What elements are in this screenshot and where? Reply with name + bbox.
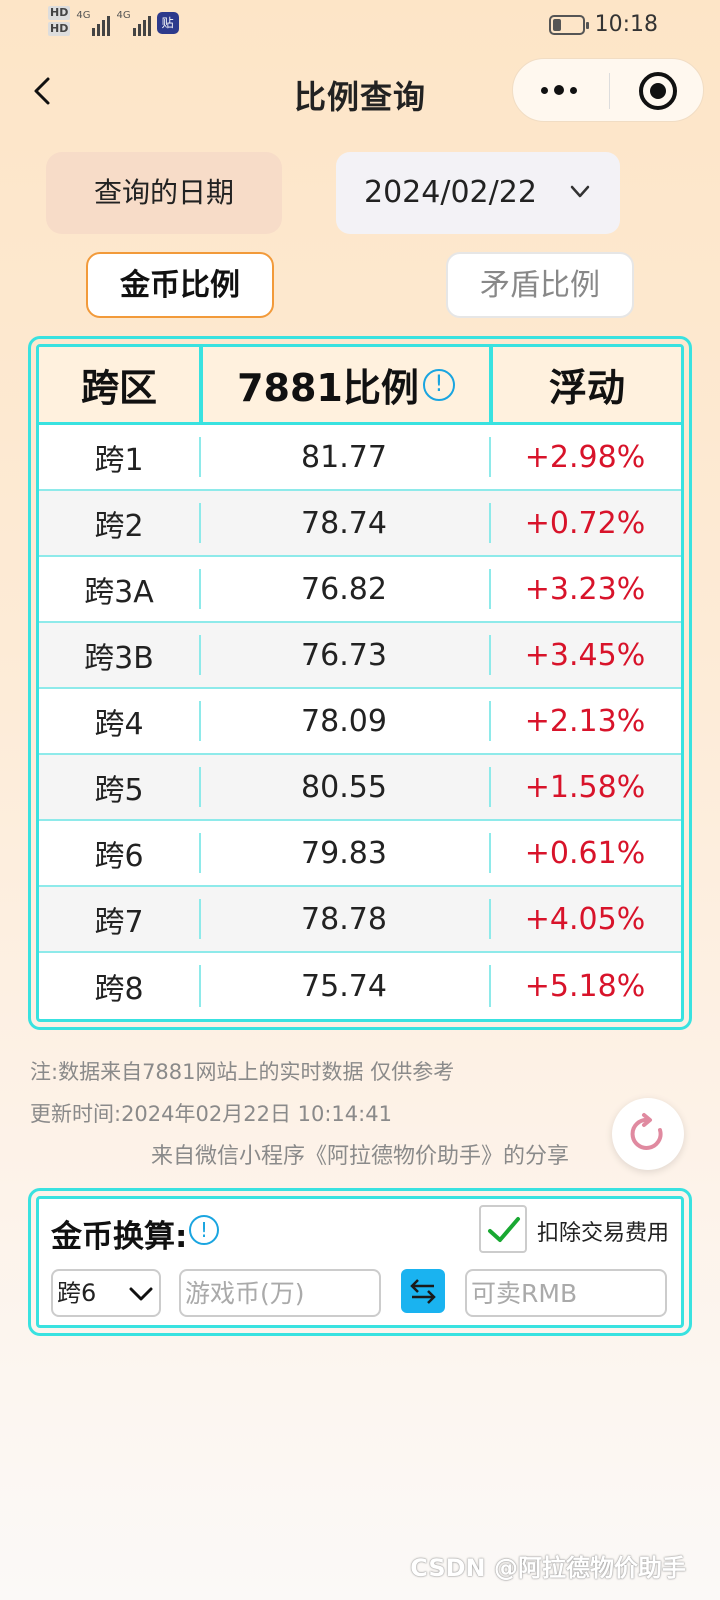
- ratio-table-inner: 跨区 7881比例 ! 浮动 跨1 81.77 +2.98% 跨2 78.74 …: [36, 344, 684, 1022]
- swap-arrows-icon: [410, 1279, 436, 1304]
- table-body: 跨1 81.77 +2.98% 跨2 78.74 +0.72% 跨3A 76.8…: [39, 425, 681, 1019]
- gold-converter-inner: 金币换算: ! 扣除交易费用 跨6: [36, 1196, 684, 1328]
- cell-ratio: 76.73: [199, 623, 489, 687]
- hd-icon: HD: [48, 6, 71, 20]
- signal-icon: 4G: [76, 10, 111, 36]
- refresh-button[interactable]: [612, 1098, 684, 1170]
- cell-change: +0.72%: [489, 491, 681, 555]
- capsule-divider: [609, 73, 610, 109]
- table-row: 跨3A 76.82 +3.23%: [39, 557, 681, 623]
- watermark: CSDN @阿拉德物价助手: [410, 1554, 686, 1582]
- table-row: 跨6 79.83 +0.61%: [39, 821, 681, 887]
- cell-change: +1.58%: [489, 755, 681, 819]
- cell-ratio: 75.74: [199, 953, 489, 1019]
- cell-ratio: 81.77: [199, 425, 489, 489]
- status-bar-left: HD HD 4G 4G 贴: [48, 6, 179, 36]
- share-source-note: 来自微信小程序《阿拉德物价助手》的分享: [150, 1144, 569, 1169]
- info-icon[interactable]: !: [189, 1215, 219, 1245]
- table-row: 跨8 75.74 +5.18%: [39, 953, 681, 1019]
- cell-zone: 跨7: [94, 905, 144, 940]
- converter-title: 金币换算:: [51, 1219, 188, 1255]
- cell-zone: 跨4: [94, 707, 144, 742]
- table-row: 跨5 80.55 +1.58%: [39, 755, 681, 821]
- data-source-note: 注:数据来自7881网站上的实时数据 仅供参考: [30, 1060, 455, 1084]
- navigation-bar: 比例查询: [0, 56, 720, 126]
- more-options-icon[interactable]: [541, 85, 577, 95]
- header-change: 浮动: [489, 347, 681, 422]
- hd-indicators: HD HD: [48, 6, 71, 36]
- checkmark-icon: [488, 1217, 520, 1242]
- mini-program-capsule: [512, 58, 704, 122]
- battery-icon: [548, 14, 589, 35]
- cell-zone: 跨5: [94, 773, 144, 808]
- cell-ratio: 80.55: [199, 755, 489, 819]
- date-value: 2024/02/22: [364, 175, 537, 210]
- zone-select[interactable]: 跨6: [51, 1269, 161, 1317]
- deduct-fee-checkbox[interactable]: [479, 1205, 527, 1253]
- close-mini-program-icon[interactable]: [639, 72, 677, 110]
- signal-icon: 4G: [116, 10, 151, 36]
- cell-change: +3.23%: [489, 557, 681, 621]
- chevron-down-icon: [570, 185, 590, 198]
- cell-zone: 跨6: [94, 839, 144, 874]
- info-icon[interactable]: !: [422, 368, 455, 401]
- tab-gold-ratio[interactable]: 金币比例: [86, 252, 274, 318]
- deduct-fee-label: 扣除交易费用: [537, 1221, 670, 1246]
- refresh-icon: [630, 1113, 663, 1150]
- cell-ratio: 78.74: [199, 491, 489, 555]
- cell-zone: 跨3B: [84, 641, 154, 676]
- battery-level: [552, 18, 561, 31]
- update-time: 更新时间:2024年02月22日 10:14:41: [30, 1102, 392, 1126]
- game-coin-input[interactable]: [179, 1269, 381, 1317]
- cell-change: +2.13%: [489, 689, 681, 753]
- header-ratio-label: 7881比例: [237, 366, 419, 410]
- cell-change: +3.45%: [489, 623, 681, 687]
- cell-ratio: 78.09: [199, 689, 489, 753]
- date-label: 查询的日期: [46, 152, 282, 234]
- ratio-table: 跨区 7881比例 ! 浮动 跨1 81.77 +2.98% 跨2 78.74 …: [28, 336, 692, 1030]
- table-header: 跨区 7881比例 ! 浮动: [39, 347, 681, 425]
- cell-zone: 跨8: [94, 972, 144, 1007]
- cell-zone: 跨2: [94, 509, 144, 544]
- cell-ratio: 78.78: [199, 887, 489, 951]
- swap-button[interactable]: [401, 1269, 445, 1313]
- table-row: 跨4 78.09 +2.13%: [39, 689, 681, 755]
- zone-select-value: 跨6: [57, 1279, 97, 1307]
- chevron-down-icon: [129, 1287, 153, 1301]
- tab-shield-ratio[interactable]: 矛盾比例: [446, 252, 634, 318]
- header-zone: 跨区: [80, 366, 157, 410]
- cell-change: +2.98%: [489, 425, 681, 489]
- cell-change: +5.18%: [489, 953, 681, 1019]
- cell-change: +0.61%: [489, 821, 681, 885]
- clock: 10:18: [594, 12, 658, 37]
- tieba-app-icon: 贴: [156, 12, 179, 34]
- cell-change: +4.05%: [489, 887, 681, 951]
- cell-zone: 跨1: [94, 443, 144, 478]
- table-row: 跨2 78.74 +0.72%: [39, 491, 681, 557]
- hd-icon: HD: [48, 22, 71, 36]
- table-row: 跨1 81.77 +2.98%: [39, 425, 681, 491]
- gold-converter: 金币换算: ! 扣除交易费用 跨6: [28, 1188, 692, 1336]
- table-row: 跨7 78.78 +4.05%: [39, 887, 681, 953]
- header-ratio: 7881比例 !: [199, 347, 489, 422]
- status-bar-right: 10:18: [548, 12, 658, 37]
- date-picker[interactable]: 2024/02/22: [336, 152, 620, 234]
- table-row: 跨3B 76.73 +3.45%: [39, 623, 681, 689]
- cell-ratio: 79.83: [199, 821, 489, 885]
- cell-zone: 跨3A: [84, 575, 154, 610]
- rmb-input[interactable]: [465, 1269, 667, 1317]
- cell-ratio: 76.82: [199, 557, 489, 621]
- status-bar: HD HD 4G 4G 贴 10:18: [0, 0, 720, 50]
